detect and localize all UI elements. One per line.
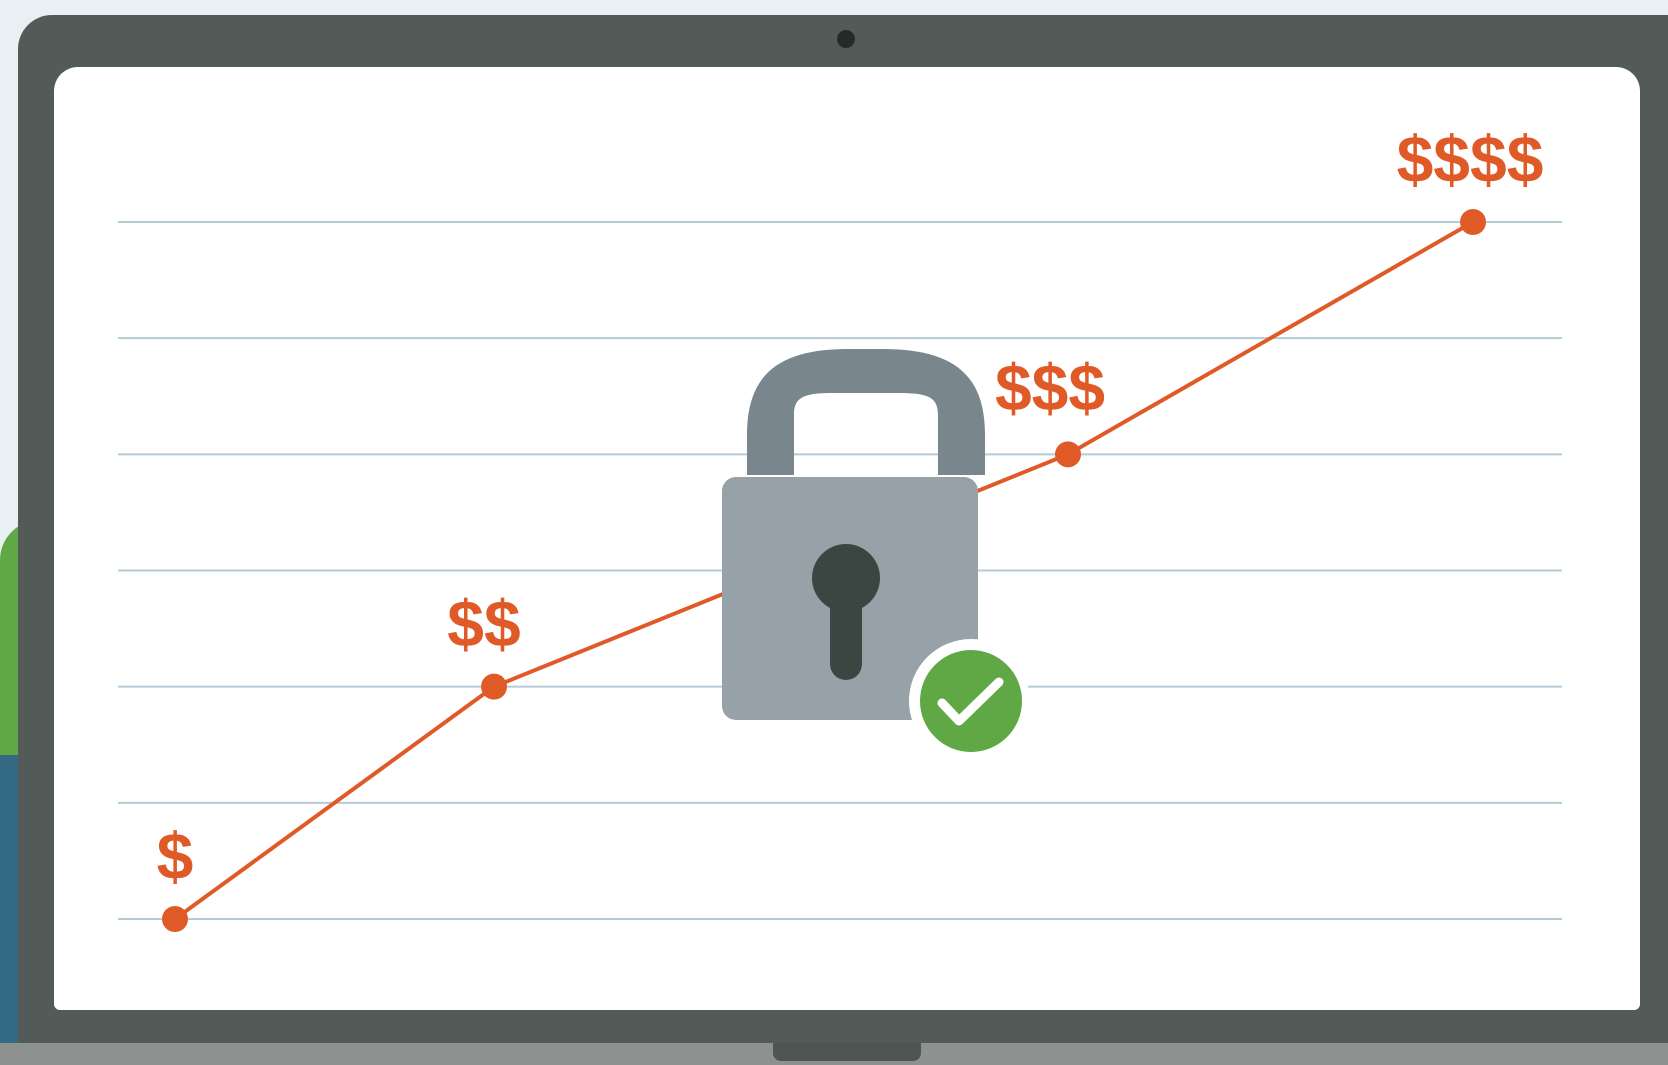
- price-level-label: $$$$: [1397, 122, 1544, 196]
- check-circle-icon: [920, 650, 1022, 752]
- data-point: [481, 673, 507, 700]
- price-level-label: $$: [447, 587, 520, 661]
- data-point: [1055, 441, 1081, 468]
- padlock-icon: [722, 349, 1028, 755]
- data-point: [1460, 209, 1486, 235]
- data-point: [162, 906, 188, 932]
- padlock-shackle: [747, 349, 985, 475]
- price-level-label: $: [157, 819, 194, 893]
- keyhole-slot: [830, 585, 862, 680]
